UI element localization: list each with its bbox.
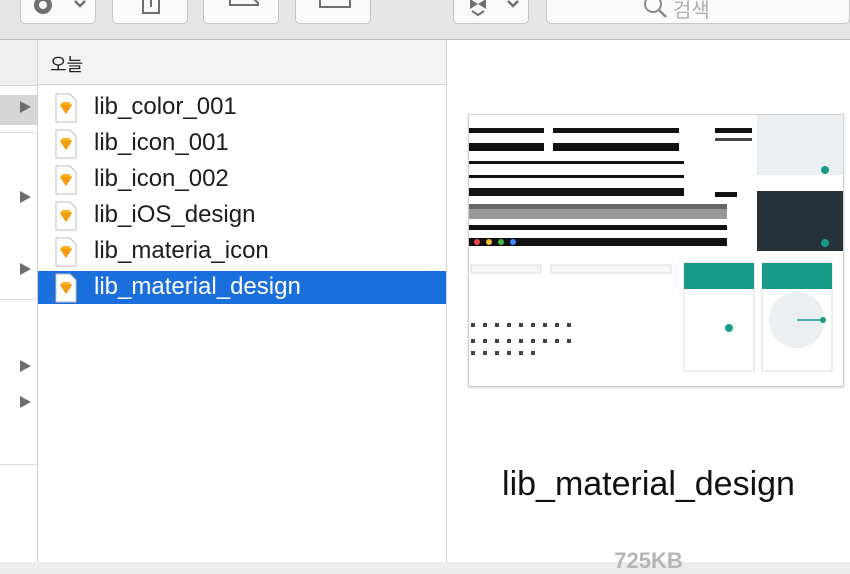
sketch-file-icon <box>53 273 79 308</box>
disclosure-arrow-icon[interactable] <box>20 191 31 203</box>
disclosure-arrow-icon[interactable] <box>20 101 31 113</box>
search-placeholder: 검색 <box>673 0 710 22</box>
sketch-file-icon <box>53 93 79 128</box>
material-design-preview-image <box>469 115 843 372</box>
tags-button[interactable] <box>203 0 279 24</box>
disclosure-arrow-icon[interactable] <box>20 396 31 408</box>
file-name: lib_icon_001 <box>94 129 229 156</box>
chevron-down-icon <box>507 0 519 8</box>
action-menu-button[interactable] <box>20 0 96 24</box>
file-name: lib_materia_icon <box>94 237 269 264</box>
sketch-file-icon <box>53 129 79 164</box>
dropbox-menu-button[interactable] <box>453 0 529 24</box>
search-field[interactable]: 검색 <box>546 0 850 24</box>
file-row[interactable]: lib_icon_001 <box>38 127 446 160</box>
sketch-file-icon <box>53 201 79 236</box>
file-row[interactable]: lib_materia_icon <box>38 235 446 268</box>
file-name: lib_iOS_design <box>94 201 256 228</box>
file-row[interactable]: lib_iOS_design <box>38 199 446 232</box>
chevron-down-icon <box>74 0 86 8</box>
disclosure-arrow-icon[interactable] <box>20 263 31 275</box>
share-icon <box>142 0 160 14</box>
file-name: lib_icon_002 <box>94 165 229 192</box>
file-row[interactable]: lib_material_design <box>38 271 446 304</box>
window-icon <box>319 0 351 8</box>
tag-icon <box>229 0 259 6</box>
file-name: lib_material_design <box>94 273 301 300</box>
gear-icon <box>34 0 52 14</box>
share-button[interactable] <box>112 0 188 24</box>
file-name: lib_color_001 <box>94 93 237 120</box>
sketch-file-icon <box>53 165 79 200</box>
column-header-label: 오늘 <box>50 55 84 75</box>
preview-pane: lib_material_design 725KB <box>447 40 850 573</box>
file-column: 오늘 lib_color_001 lib_icon_001 lib_icon_002… <box>38 40 447 562</box>
file-row[interactable]: lib_icon_002 <box>38 163 446 196</box>
preview-file-name: lib_material_design <box>502 465 795 503</box>
file-thumbnail <box>468 114 844 387</box>
preview-file-size: 725KB <box>614 548 683 573</box>
row-divider <box>0 132 37 133</box>
view-button[interactable] <box>295 0 371 24</box>
row-divider <box>0 464 37 465</box>
sketch-file-icon <box>53 237 79 272</box>
search-icon <box>644 0 667 18</box>
row-divider <box>0 299 37 300</box>
dropbox-icon <box>470 0 486 17</box>
parent-column-header <box>0 40 37 86</box>
column-header: 오늘 <box>38 40 446 85</box>
file-row[interactable]: lib_color_001 <box>38 91 446 124</box>
toolbar: 검색 <box>0 0 850 40</box>
parent-selected-row[interactable] <box>0 95 37 125</box>
parent-column <box>0 40 38 562</box>
disclosure-arrow-icon[interactable] <box>20 360 31 372</box>
